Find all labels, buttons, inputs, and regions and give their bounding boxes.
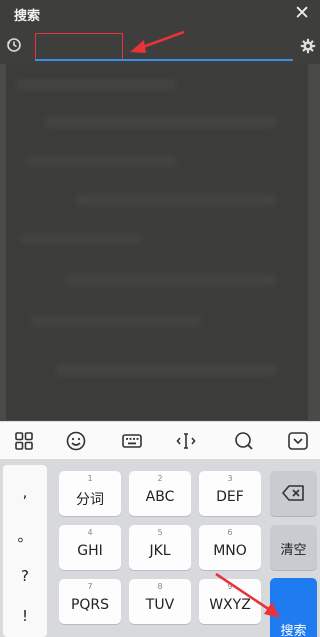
key-number: 2 bbox=[157, 474, 163, 483]
results-area bbox=[6, 64, 308, 420]
key-number: 1 bbox=[87, 474, 93, 483]
key-label: ABC bbox=[145, 489, 175, 505]
clear-button[interactable]: 清空 bbox=[270, 525, 317, 570]
clear-label: 清空 bbox=[280, 543, 307, 558]
key-6[interactable]: 6 MNO bbox=[199, 525, 261, 570]
gear-icon[interactable] bbox=[300, 38, 316, 54]
hide-keyboard-icon[interactable] bbox=[286, 429, 310, 453]
key-3[interactable]: 3 DEF bbox=[199, 471, 261, 516]
key-label: JKL bbox=[149, 543, 171, 559]
history-icon[interactable] bbox=[6, 37, 22, 53]
search-input[interactable] bbox=[35, 33, 123, 60]
key-1[interactable]: 1 分词 bbox=[59, 471, 121, 516]
annotation-arrow-icon bbox=[130, 30, 185, 53]
close-icon[interactable]: ✕ bbox=[294, 2, 310, 24]
search-icon[interactable] bbox=[232, 429, 256, 453]
title-bar: 搜索 ✕ bbox=[0, 0, 320, 28]
key-label: TUV bbox=[145, 597, 175, 613]
punct-key-period[interactable]: 。 bbox=[3, 525, 47, 546]
key-4[interactable]: 4 GHI bbox=[59, 525, 121, 570]
search-underline bbox=[35, 59, 293, 61]
key-label: PQRS bbox=[70, 597, 110, 613]
search-submit-label: 搜索 bbox=[280, 624, 307, 637]
emoji-icon[interactable] bbox=[64, 429, 88, 453]
key-number: 3 bbox=[227, 474, 233, 483]
keyboard-toolbar bbox=[0, 421, 320, 459]
key-label: 分词 bbox=[76, 492, 104, 508]
keyboard-icon[interactable] bbox=[120, 429, 144, 453]
grid-menu-icon[interactable] bbox=[12, 429, 36, 453]
punct-key-question[interactable]: ? bbox=[3, 567, 47, 585]
punct-key-comma[interactable]: , bbox=[3, 483, 47, 501]
key-7[interactable]: 7 PQRS bbox=[59, 579, 121, 624]
key-8[interactable]: 8 TUV bbox=[129, 579, 191, 624]
backspace-icon bbox=[282, 485, 304, 501]
key-number: 4 bbox=[87, 528, 93, 537]
annotation-arrow-icon bbox=[215, 572, 280, 618]
key-label: MNO bbox=[213, 543, 247, 559]
key-number: 8 bbox=[157, 582, 163, 591]
key-2[interactable]: 2 ABC bbox=[129, 471, 191, 516]
backspace-button[interactable] bbox=[270, 471, 317, 516]
key-label: DEF bbox=[216, 489, 244, 505]
cursor-move-icon[interactable] bbox=[174, 429, 198, 453]
key-5[interactable]: 5 JKL bbox=[129, 525, 191, 570]
key-number: 7 bbox=[87, 582, 93, 591]
key-label: GHI bbox=[77, 543, 103, 559]
punct-key-exclaim[interactable]: ! bbox=[3, 607, 47, 625]
page-title: 搜索 bbox=[14, 9, 41, 24]
key-number: 6 bbox=[227, 528, 233, 537]
punctuation-column: , 。 ? ! bbox=[3, 465, 47, 637]
key-number: 5 bbox=[157, 528, 163, 537]
